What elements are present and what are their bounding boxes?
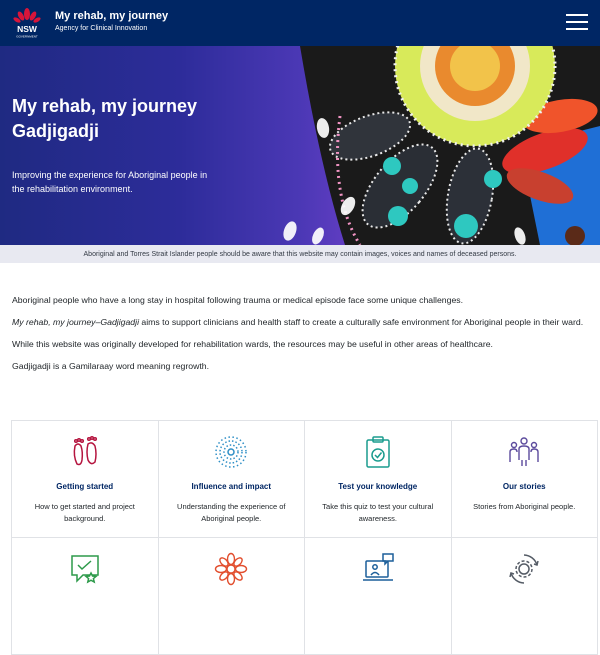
intro-paragraph-3: While this website was originally develo… (12, 339, 493, 349)
chat-star-icon (71, 555, 99, 584)
navigation-card-grid: Getting started How to get started and p… (11, 420, 598, 655)
hero-banner: My rehab, my journey Gadjigadji Improvin… (0, 46, 600, 245)
logo-wordmark: NSW (17, 24, 38, 34)
card-row2-4[interactable] (451, 538, 598, 655)
laptop-chat-icon (362, 553, 394, 581)
card-row2-1[interactable] (12, 538, 159, 655)
cultural-warning-notice: Aboriginal and Torres Strait Islander pe… (0, 245, 600, 263)
people-icon (509, 437, 539, 466)
program-name: My rehab, my journey–Gadjigadji (12, 317, 139, 327)
site-header: NSW GOVERNMENT My rehab, my journey Agen… (0, 0, 600, 46)
clipboard-check-icon (366, 436, 390, 468)
card-getting-started[interactable]: Getting started How to get started and p… (12, 421, 159, 538)
site-title[interactable]: My rehab, my journey (55, 10, 168, 22)
card-our-stories[interactable]: Our stories Stories from Aboriginal peop… (451, 421, 598, 538)
card-title: Test your knowledge (338, 482, 418, 491)
card-title: Our stories (502, 482, 546, 491)
flower-icon (215, 552, 248, 586)
card-row2-2[interactable] (158, 538, 305, 655)
hero-title: My rehab, my journey Gadjigadji (12, 94, 272, 144)
hamburger-menu-icon[interactable] (566, 14, 588, 32)
intro-paragraph-4: Gadjigadji is a Gamilaraay word meaning … (12, 361, 210, 371)
hero-title-line1: My rehab, my journey (12, 96, 198, 116)
card-description: Take this quiz to test your cultural awa… (322, 502, 434, 523)
card-title: Getting started (56, 482, 114, 491)
nsw-government-logo[interactable]: NSW GOVERNMENT (12, 7, 42, 39)
card-description: Stories from Aboriginal people. (473, 502, 576, 511)
intro-paragraph-2: My rehab, my journey–Gadjigadji aims to … (12, 316, 592, 329)
aboriginal-artwork-image (283, 46, 600, 245)
card-influence-and-impact[interactable]: Influence and impact Understanding the e… (158, 421, 305, 538)
intro-paragraph-2-rest: aims to support clinicians and health st… (139, 317, 584, 327)
logo-subtext: GOVERNMENT (16, 35, 38, 39)
hero-title-line2: Gadjigadji (12, 121, 100, 141)
card-description: How to get started and project backgroun… (34, 502, 135, 523)
card-description: Understanding the experience of Aborigin… (177, 502, 286, 523)
card-row2-3[interactable] (305, 538, 452, 655)
ripple-dots-icon (215, 436, 247, 468)
intro-text: Aboriginal people who have a long stay i… (12, 294, 592, 382)
hero-subtitle: Improving the experience for Aboriginal … (12, 170, 208, 194)
card-test-your-knowledge[interactable]: Test your knowledge Take this quiz to te… (305, 421, 452, 538)
site-subtitle: Agency for Clinical Innovation (55, 25, 148, 32)
footprints-icon (73, 435, 97, 466)
cycle-gear-icon (509, 554, 539, 584)
card-title: Influence and impact (191, 482, 272, 491)
intro-paragraph-1: Aboriginal people who have a long stay i… (12, 295, 464, 305)
